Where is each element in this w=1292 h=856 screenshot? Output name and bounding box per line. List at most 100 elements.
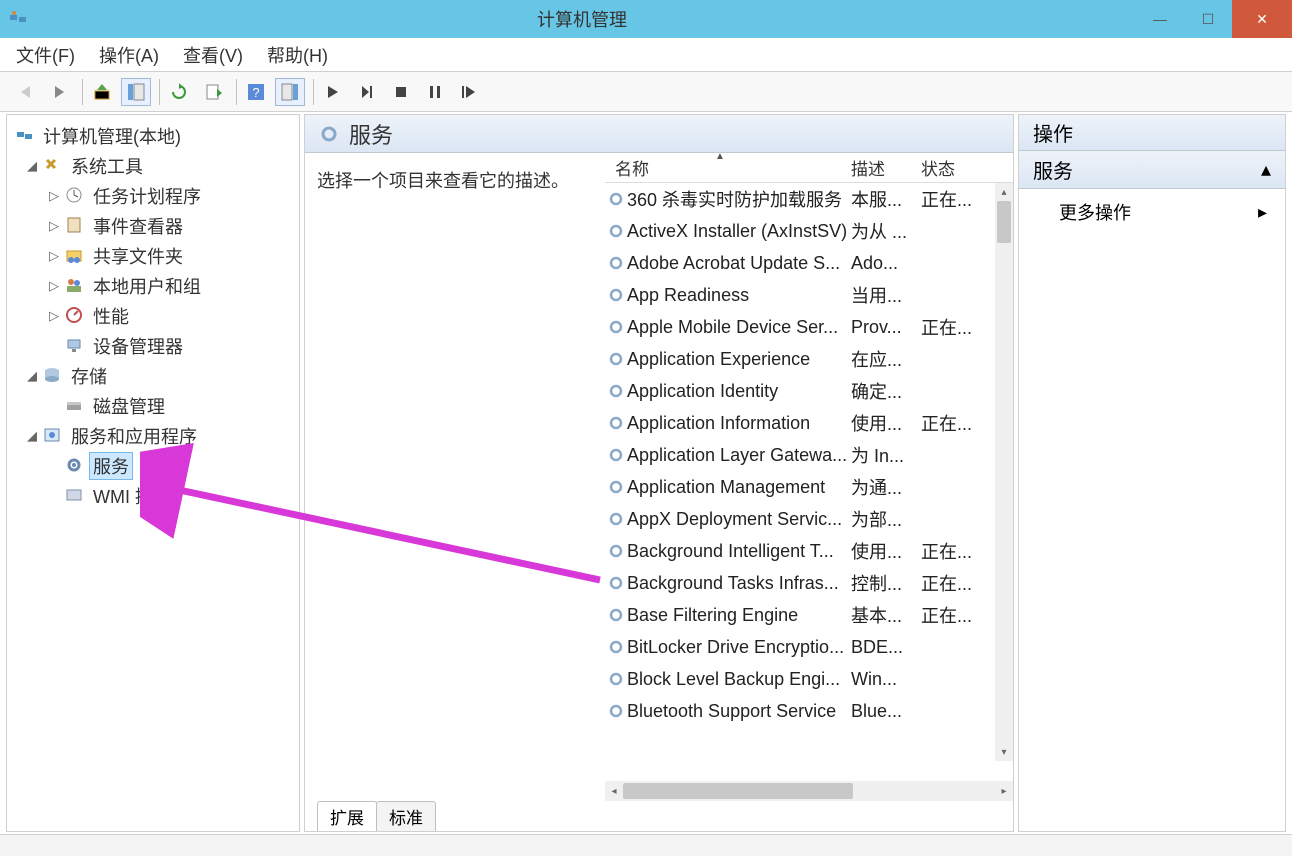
service-row[interactable]: Apple Mobile Device Ser...Prov...正在... bbox=[605, 311, 1013, 343]
up-button[interactable] bbox=[87, 78, 117, 106]
expand-icon[interactable]: ▷ bbox=[47, 188, 61, 204]
vertical-scrollbar[interactable]: ▴ ▾ bbox=[995, 183, 1013, 761]
close-button[interactable]: ✕ bbox=[1232, 0, 1292, 38]
service-row[interactable]: BitLocker Drive Encryptio...BDE... bbox=[605, 631, 1013, 663]
tree-disk-management[interactable]: 磁盘管理 bbox=[11, 391, 295, 421]
tree-shared-folders[interactable]: ▷ 共享文件夹 bbox=[11, 241, 295, 271]
show-console-tree-button[interactable] bbox=[121, 78, 151, 106]
tree-local-users[interactable]: ▷ 本地用户和组 bbox=[11, 271, 295, 301]
service-row[interactable]: Bluetooth Support ServiceBlue... bbox=[605, 695, 1013, 727]
tree-label: 存储 bbox=[67, 362, 111, 390]
service-name: Base Filtering Engine bbox=[627, 605, 851, 626]
refresh-button[interactable] bbox=[164, 78, 194, 106]
tree-services[interactable]: 服务 bbox=[11, 451, 295, 481]
service-row[interactable]: Application Management为通... bbox=[605, 471, 1013, 503]
service-desc: 基本... bbox=[851, 602, 921, 628]
gear-icon bbox=[605, 511, 627, 527]
service-row[interactable]: Block Level Backup Engi...Win... bbox=[605, 663, 1013, 695]
menu-help[interactable]: 帮助(H) bbox=[267, 42, 328, 68]
toolbar: ? bbox=[0, 72, 1292, 112]
scroll-track[interactable] bbox=[623, 781, 995, 801]
scroll-thumb[interactable] bbox=[997, 201, 1011, 243]
scroll-left-button[interactable]: ◂ bbox=[605, 786, 623, 797]
titlebar: 计算机管理 — ☐ ✕ bbox=[0, 0, 1292, 38]
tree-storage[interactable]: ◢ 存储 bbox=[11, 361, 295, 391]
bottom-tabs: 扩展 标准 bbox=[305, 801, 1013, 831]
pause-service-button[interactable] bbox=[420, 78, 450, 106]
menu-action[interactable]: 操作(A) bbox=[99, 42, 159, 68]
action-more[interactable]: 更多操作 ▸ bbox=[1019, 189, 1285, 235]
tree-device-manager[interactable]: 设备管理器 bbox=[11, 331, 295, 361]
show-action-pane-button[interactable] bbox=[275, 78, 305, 106]
service-desc: 确定... bbox=[851, 378, 921, 404]
service-row[interactable]: ActiveX Installer (AxInstSV)为从 ... bbox=[605, 215, 1013, 247]
service-desc: 使用... bbox=[851, 410, 921, 436]
tree-label: WMI 控件 bbox=[89, 482, 175, 510]
maximize-button[interactable]: ☐ bbox=[1184, 0, 1232, 38]
service-row[interactable]: Base Filtering Engine基本...正在... bbox=[605, 599, 1013, 631]
gear-icon bbox=[605, 575, 627, 591]
service-row[interactable]: Application Experience在应... bbox=[605, 343, 1013, 375]
action-pane: 操作 服务 ▴ 更多操作 ▸ bbox=[1018, 114, 1286, 832]
stop-service-button[interactable] bbox=[386, 78, 416, 106]
service-desc: 在应... bbox=[851, 346, 921, 372]
service-row[interactable]: Background Intelligent T...使用...正在... bbox=[605, 535, 1013, 567]
chevron-right-icon: ▸ bbox=[1258, 202, 1267, 223]
expand-icon[interactable]: ▷ bbox=[47, 248, 61, 264]
nav-forward-button[interactable] bbox=[44, 78, 74, 106]
tree-performance[interactable]: ▷ 性能 bbox=[11, 301, 295, 331]
tree-wmi[interactable]: WMI 控件 bbox=[11, 481, 295, 511]
service-row[interactable]: Application Information使用...正在... bbox=[605, 407, 1013, 439]
tab-extended[interactable]: 扩展 bbox=[317, 801, 377, 831]
menu-view[interactable]: 查看(V) bbox=[183, 42, 243, 68]
scroll-down-button[interactable]: ▾ bbox=[995, 743, 1013, 761]
tree-services-apps[interactable]: ◢ 服务和应用程序 bbox=[11, 421, 295, 451]
expand-icon[interactable]: ▷ bbox=[47, 308, 61, 324]
menu-file[interactable]: 文件(F) bbox=[16, 42, 75, 68]
detail-placeholder: 选择一个项目来查看它的描述。 bbox=[317, 171, 569, 191]
tree-event-viewer[interactable]: ▷ 事件查看器 bbox=[11, 211, 295, 241]
column-status[interactable]: 状态 bbox=[921, 155, 975, 180]
service-name: AppX Deployment Servic... bbox=[627, 509, 851, 530]
svg-text:?: ? bbox=[252, 85, 259, 100]
collapse-icon[interactable]: ◢ bbox=[25, 368, 39, 384]
tree-system-tools[interactable]: ◢ 系统工具 bbox=[11, 151, 295, 181]
scroll-right-button[interactable]: ▸ bbox=[995, 786, 1013, 797]
service-desc: 为通... bbox=[851, 474, 921, 500]
horizontal-scrollbar[interactable]: ◂ ▸ bbox=[605, 781, 1013, 801]
scroll-up-button[interactable]: ▴ bbox=[995, 183, 1013, 201]
service-row[interactable]: Application Layer Gatewa...为 In... bbox=[605, 439, 1013, 471]
column-desc[interactable]: 描述 bbox=[851, 155, 921, 180]
nav-back-button[interactable] bbox=[10, 78, 40, 106]
expand-icon[interactable]: ▷ bbox=[47, 278, 61, 294]
scroll-thumb[interactable] bbox=[623, 783, 853, 799]
collapse-icon[interactable]: ◢ bbox=[25, 428, 39, 444]
minimize-button[interactable]: — bbox=[1136, 0, 1184, 38]
action-header: 操作 bbox=[1019, 115, 1285, 151]
tab-standard[interactable]: 标准 bbox=[376, 801, 436, 831]
tree-task-scheduler[interactable]: ▷ 任务计划程序 bbox=[11, 181, 295, 211]
expand-icon[interactable]: ▷ bbox=[47, 218, 61, 234]
restart-service-button[interactable] bbox=[454, 78, 484, 106]
service-row[interactable]: Application Identity确定... bbox=[605, 375, 1013, 407]
service-name: Application Management bbox=[627, 477, 851, 498]
service-row[interactable]: 360 杀毒实时防护加载服务本服...正在... bbox=[605, 183, 1013, 215]
tree-root[interactable]: 计算机管理(本地) bbox=[11, 121, 295, 151]
center-pane: 服务 选择一个项目来查看它的描述。 名称 ▲ 描述 状态 360 杀毒实时防护加… bbox=[304, 114, 1014, 832]
column-name[interactable]: 名称 ▲ bbox=[605, 155, 851, 180]
window-title: 计算机管理 bbox=[28, 6, 1136, 32]
start-service-button[interactable] bbox=[318, 78, 348, 106]
collapse-icon[interactable]: ◢ bbox=[25, 158, 39, 174]
help-button[interactable]: ? bbox=[241, 78, 271, 106]
statusbar bbox=[0, 834, 1292, 856]
service-desc: Prov... bbox=[851, 317, 921, 338]
export-button[interactable] bbox=[198, 78, 228, 106]
action-sub-header[interactable]: 服务 ▴ bbox=[1019, 151, 1285, 189]
step-button[interactable] bbox=[352, 78, 382, 106]
service-status: 正在... bbox=[921, 570, 975, 596]
service-row[interactable]: Adobe Acrobat Update S...Ado... bbox=[605, 247, 1013, 279]
service-row[interactable]: App Readiness当用... bbox=[605, 279, 1013, 311]
service-row[interactable]: Background Tasks Infras...控制...正在... bbox=[605, 567, 1013, 599]
service-row[interactable]: AppX Deployment Servic...为部... bbox=[605, 503, 1013, 535]
storage-icon bbox=[43, 366, 63, 386]
